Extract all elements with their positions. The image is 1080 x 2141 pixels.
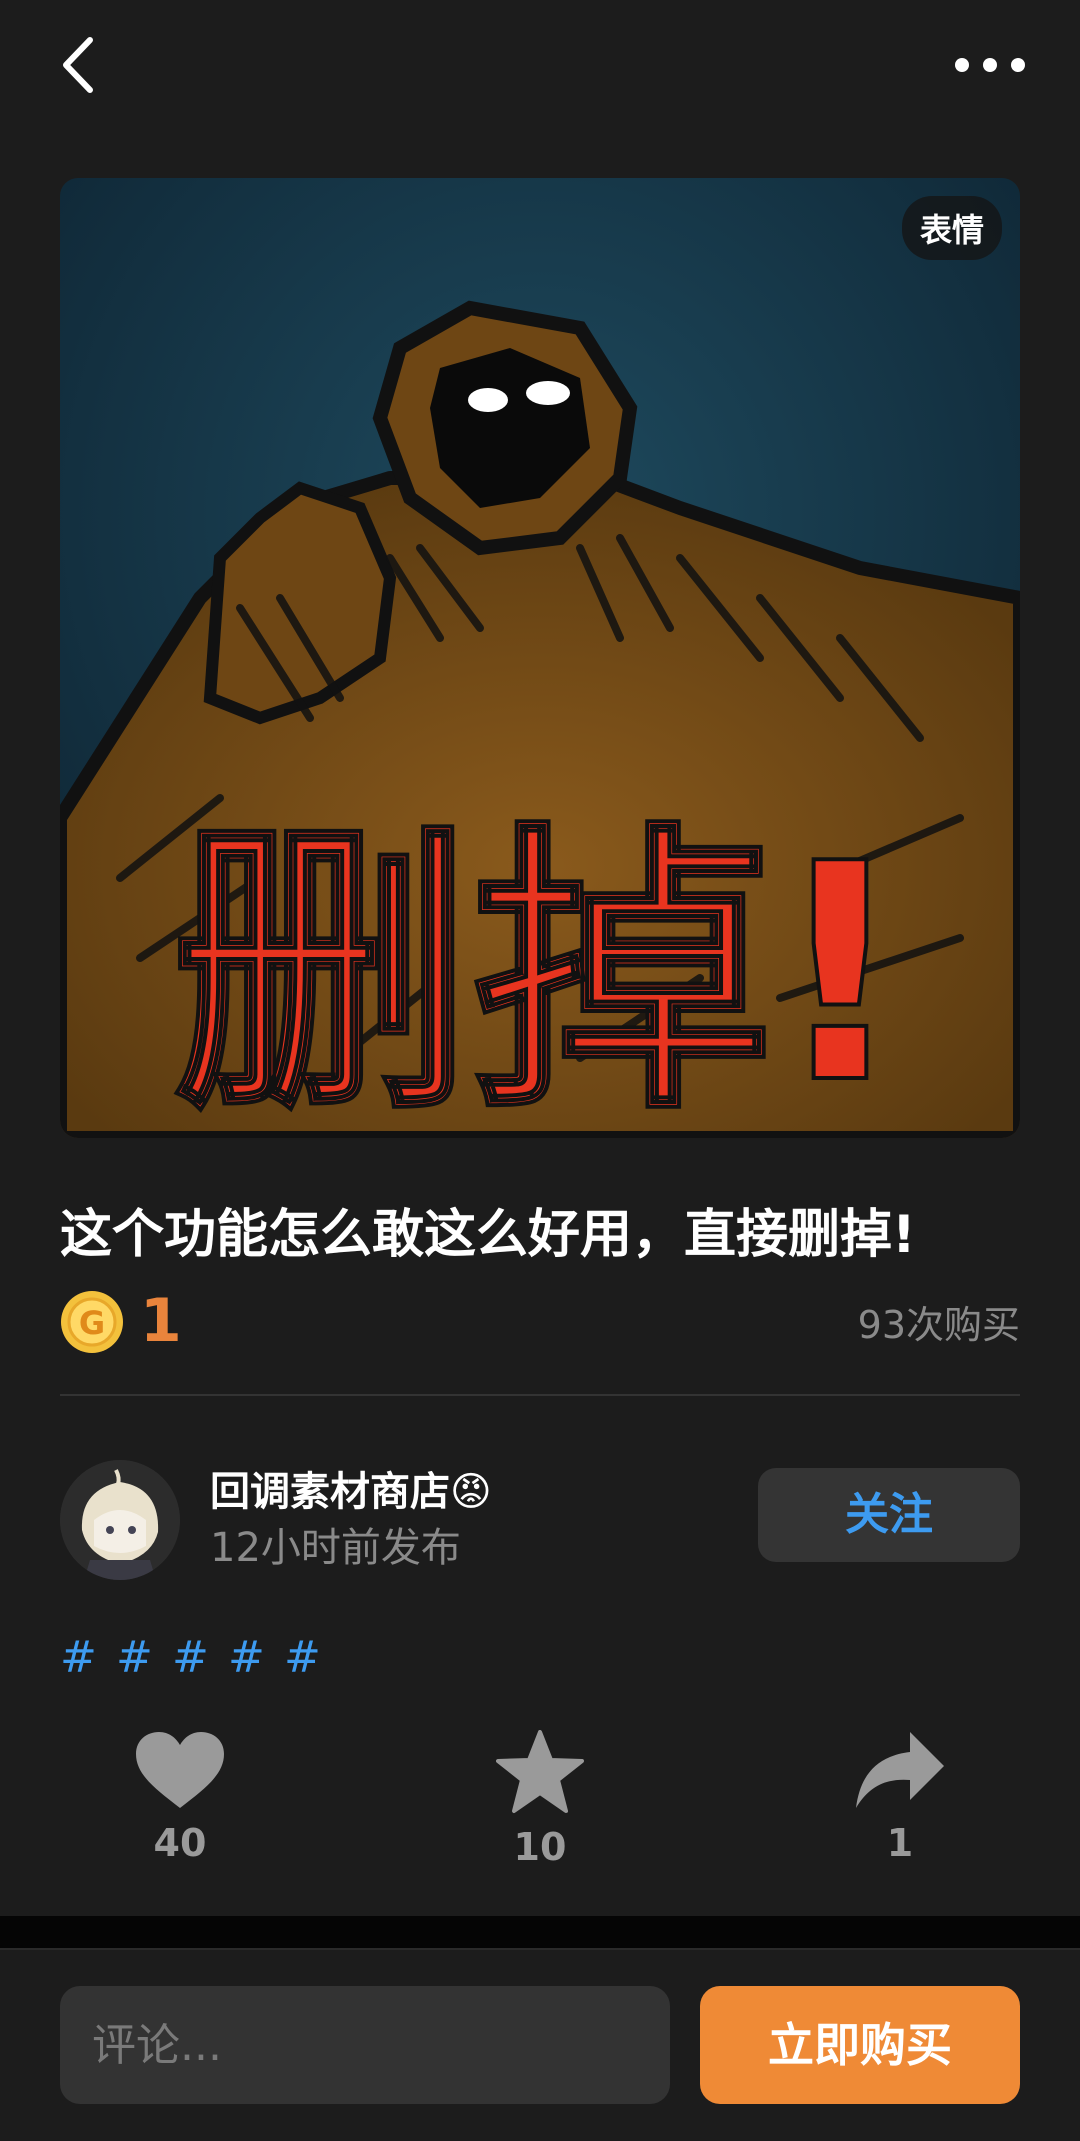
avatar[interactable] [60,1460,180,1580]
tag-item[interactable]: # [60,1628,116,1688]
action-bar: 40 10 1 [0,1730,1080,1890]
favorite-button[interactable]: 10 [440,1730,640,1890]
divider [60,1394,1020,1396]
top-bar [0,0,1080,130]
back-button[interactable] [50,30,110,100]
follow-button[interactable]: 关注 [758,1468,1020,1562]
buy-now-button[interactable]: 立即购买 [700,1986,1020,2104]
bottom-bar: 立即购买 [0,1948,1080,2141]
comment-input[interactable] [60,1986,670,2104]
purchase-count: 93次购买 [857,1303,1020,1347]
svg-text:G: G [79,1304,105,1342]
tag-item[interactable]: # [172,1628,228,1688]
section-separator [0,1916,1080,1948]
price-value: 1 [140,1286,182,1356]
avatar-image [60,1460,180,1580]
tag-item[interactable]: # [228,1628,284,1688]
heart-icon [136,1732,224,1808]
coin-g-icon: G [61,1291,123,1353]
like-count: 40 [153,1821,207,1865]
more-horizontal-icon [955,58,1025,72]
post-title: 这个功能怎么敢这么好用，直接删掉! [60,1205,916,1265]
tag-item[interactable]: # [116,1628,172,1688]
more-button[interactable] [950,40,1030,90]
author-row: 回调素材商店😡 12小时前发布 关注 [60,1460,1020,1580]
tag-list: # # # # # [60,1628,340,1688]
share-button[interactable]: 1 [800,1730,1000,1890]
tag-item[interactable]: # [284,1628,340,1688]
publish-time: 12小时前发布 [210,1525,461,1571]
share-icon [856,1732,944,1808]
category-badge: 表情 [901,196,1002,260]
favorite-count: 10 [513,1825,567,1869]
like-button[interactable]: 40 [80,1730,280,1890]
share-count: 1 [886,1821,914,1865]
post-detail-screen: 删掉! 表情 这个功能怎么敢这么好用，直接删掉! G 1 93次购买 回调素材商… [0,0,1080,2141]
image-caption: 删掉! [172,800,909,1138]
meme-illustration: 删掉! [60,178,1020,1138]
chevron-left-icon [63,37,93,93]
price-row: G 1 93次购买 [60,1286,1020,1360]
post-image[interactable]: 删掉! 表情 [60,178,1020,1138]
author-name[interactable]: 回调素材商店😡 [210,1464,492,1520]
star-icon [496,1730,584,1813]
